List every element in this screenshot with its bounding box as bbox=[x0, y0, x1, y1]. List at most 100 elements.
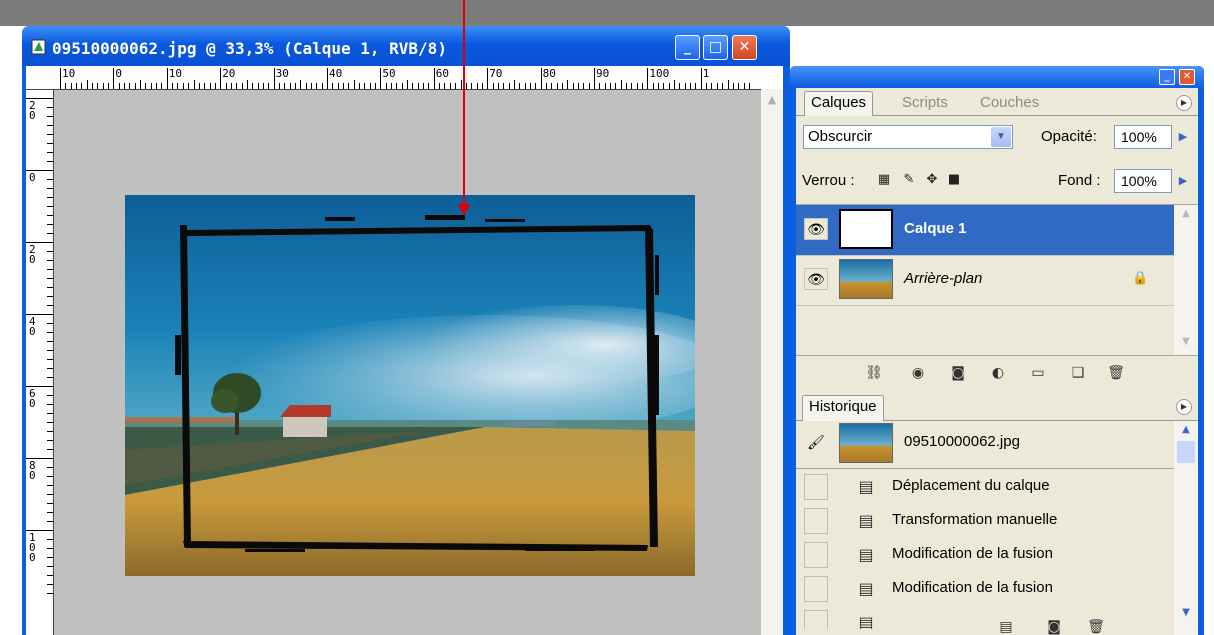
ruler-minor-tick bbox=[706, 83, 708, 89]
fill-slider-arrow-icon[interactable]: ▶ bbox=[1174, 169, 1192, 193]
canvas-area[interactable] bbox=[54, 90, 761, 635]
scroll-up-arrow-icon[interactable]: ▲ bbox=[763, 91, 781, 109]
ruler-minor-tick bbox=[47, 125, 53, 126]
layer-row-arriere-plan[interactable]: 👁 Arrière-plan 🔒 bbox=[796, 255, 1174, 306]
history-snapshot[interactable]: 🖌 09510000062.jpg bbox=[796, 421, 1198, 465]
document-icon bbox=[31, 39, 46, 55]
trash-icon[interactable]: 🗑 bbox=[1106, 364, 1126, 382]
document-content: 10 0 10 20 30 40 50 60 70 80 90 100 1 2 002 04 06 08… bbox=[26, 66, 783, 635]
history-scrollbar[interactable]: ▲ ▼ bbox=[1174, 421, 1198, 635]
ruler-minor-tick bbox=[102, 83, 104, 89]
ruler-minor-tick bbox=[47, 404, 53, 405]
history-item-partial[interactable]: ▤ bbox=[796, 605, 1174, 629]
ruler-minor-tick bbox=[620, 80, 622, 89]
ruler-minor-tick bbox=[92, 83, 94, 89]
ruler-minor-tick bbox=[391, 83, 393, 89]
lock-all-icon[interactable]: ■ bbox=[946, 172, 962, 188]
eye-icon[interactable]: 👁 bbox=[804, 218, 828, 240]
ruler-minor-tick bbox=[588, 83, 590, 89]
document-titlebar[interactable]: 09510000062.jpg @ 33,3% (Calque 1, RVB/8… bbox=[22, 26, 790, 66]
document-scrollbar[interactable]: ▲ bbox=[761, 89, 783, 635]
ruler-minor-tick bbox=[97, 83, 99, 89]
tab-historique[interactable]: Historique bbox=[802, 395, 884, 421]
ruler-label: 50 bbox=[382, 67, 396, 80]
layer-mask-icon[interactable]: ◙ bbox=[948, 364, 968, 382]
adjustment-layer-icon[interactable]: ◐ bbox=[988, 364, 1008, 382]
ruler-label: 10 bbox=[168, 67, 183, 80]
horizontal-ruler[interactable]: 10 0 10 20 30 40 50 60 70 80 90 100 1 bbox=[54, 66, 783, 90]
history-brush-source-box[interactable] bbox=[804, 474, 828, 500]
opacity-slider-arrow-icon[interactable]: ▶ bbox=[1174, 125, 1192, 149]
history-brush-source-box[interactable] bbox=[804, 542, 828, 568]
history-tabs: Historique ▶ bbox=[796, 390, 1198, 421]
fill-field[interactable]: 100% bbox=[1114, 169, 1172, 193]
tab-couches[interactable]: Couches bbox=[974, 92, 1045, 114]
chevron-down-icon[interactable]: ▼ bbox=[991, 127, 1011, 147]
history-trash-icon[interactable]: 🗑 bbox=[1086, 618, 1106, 635]
lock-position-icon[interactable]: ✥ bbox=[924, 172, 940, 188]
history-brush-icon[interactable]: 🖌 bbox=[804, 432, 828, 454]
snapshot-name: 09510000062.jpg bbox=[904, 433, 1020, 450]
document-window: 09510000062.jpg @ 33,3% (Calque 1, RVB/8… bbox=[22, 26, 790, 635]
palette-titlebar[interactable]: _ ✕ bbox=[790, 66, 1204, 88]
lock-paint-icon[interactable]: ✎ bbox=[901, 172, 917, 188]
ruler-major-tick bbox=[166, 68, 168, 89]
new-layer-icon[interactable]: ❑ bbox=[1068, 364, 1088, 382]
ruler-minor-tick bbox=[209, 83, 211, 89]
ruler-corner[interactable] bbox=[26, 66, 55, 90]
vertical-ruler[interactable]: 2 0 0 2 0 4 0 6 0 8 0 1 0 0 bbox=[26, 90, 54, 635]
ruler-minor-tick bbox=[47, 287, 53, 288]
history-brush-source-box[interactable] bbox=[804, 610, 828, 629]
palette-minimize-button[interactable]: _ bbox=[1159, 69, 1175, 85]
ruler-minor-tick bbox=[455, 83, 457, 89]
layer-style-icon[interactable]: ◉ bbox=[908, 364, 928, 382]
ruler-minor-tick bbox=[257, 83, 259, 89]
ruler-minor-tick bbox=[519, 83, 521, 89]
scroll-down-arrow-icon[interactable]: ▼ bbox=[1177, 607, 1195, 623]
history-item[interactable]: ▤ Transformation manuelle bbox=[796, 503, 1174, 537]
ruler-minor-tick bbox=[145, 83, 147, 89]
tab-scripts[interactable]: Scripts bbox=[896, 92, 954, 114]
panel-menu-icon[interactable]: ▶ bbox=[1176, 95, 1192, 111]
opacity-field[interactable]: 100% bbox=[1114, 125, 1172, 149]
history-state-icon: ▤ bbox=[858, 545, 874, 564]
ruler-minor-tick bbox=[716, 83, 718, 89]
history-menu-icon[interactable]: ▶ bbox=[1176, 399, 1192, 415]
layers-scrollbar[interactable]: ▲ ▼ bbox=[1174, 205, 1198, 355]
ruler-minor-tick bbox=[47, 413, 53, 414]
new-document-from-state-icon[interactable]: ▤ bbox=[996, 618, 1016, 635]
new-snapshot-icon[interactable]: ◙ bbox=[1044, 618, 1064, 635]
layer-row-calque-1[interactable]: 👁 Calque 1 bbox=[796, 205, 1174, 256]
tab-calques[interactable]: Calques bbox=[804, 91, 874, 116]
ruler-minor-tick bbox=[47, 575, 53, 576]
history-brush-source-box[interactable] bbox=[804, 508, 828, 534]
ruler-minor-tick bbox=[481, 83, 483, 89]
history-item[interactable]: ▤ Déplacement du calque bbox=[796, 469, 1174, 503]
link-layers-icon[interactable]: ⛓ bbox=[864, 364, 884, 382]
scroll-thumb[interactable] bbox=[1177, 441, 1195, 463]
ruler-major-tick bbox=[647, 68, 649, 89]
lock-transparency-icon[interactable]: ▦ bbox=[876, 172, 892, 188]
eye-icon[interactable]: 👁 bbox=[804, 268, 828, 290]
maximize-button[interactable]: □ bbox=[703, 35, 728, 60]
ruler-minor-tick bbox=[47, 494, 53, 495]
ruler-minor-tick bbox=[47, 485, 53, 486]
scroll-down-arrow-icon[interactable]: ▼ bbox=[1177, 336, 1195, 352]
ruler-minor-tick bbox=[642, 83, 644, 89]
ruler-minor-tick bbox=[305, 83, 307, 89]
history-item[interactable]: ▤ Modification de la fusion bbox=[796, 537, 1174, 571]
new-group-icon[interactable]: ▭ bbox=[1028, 364, 1048, 382]
ruler-minor-tick bbox=[310, 83, 312, 89]
ruler-label: 1 0 0 bbox=[29, 531, 36, 564]
palette-close-button[interactable]: ✕ bbox=[1179, 69, 1195, 85]
blend-mode-select[interactable]: Obscurcir ▼ bbox=[803, 125, 1013, 149]
history-brush-source-box[interactable] bbox=[804, 576, 828, 602]
history-item[interactable]: ▤ Modification de la fusion bbox=[796, 571, 1174, 605]
close-button[interactable]: ✕ bbox=[732, 35, 757, 60]
scroll-up-arrow-icon[interactable]: ▲ bbox=[1177, 208, 1195, 224]
image-canvas[interactable] bbox=[125, 195, 695, 576]
minimize-button[interactable]: _ bbox=[675, 35, 700, 60]
scroll-up-arrow-icon[interactable]: ▲ bbox=[1177, 424, 1195, 440]
ruler-minor-tick bbox=[177, 83, 179, 89]
ruler-minor-tick bbox=[47, 449, 53, 450]
